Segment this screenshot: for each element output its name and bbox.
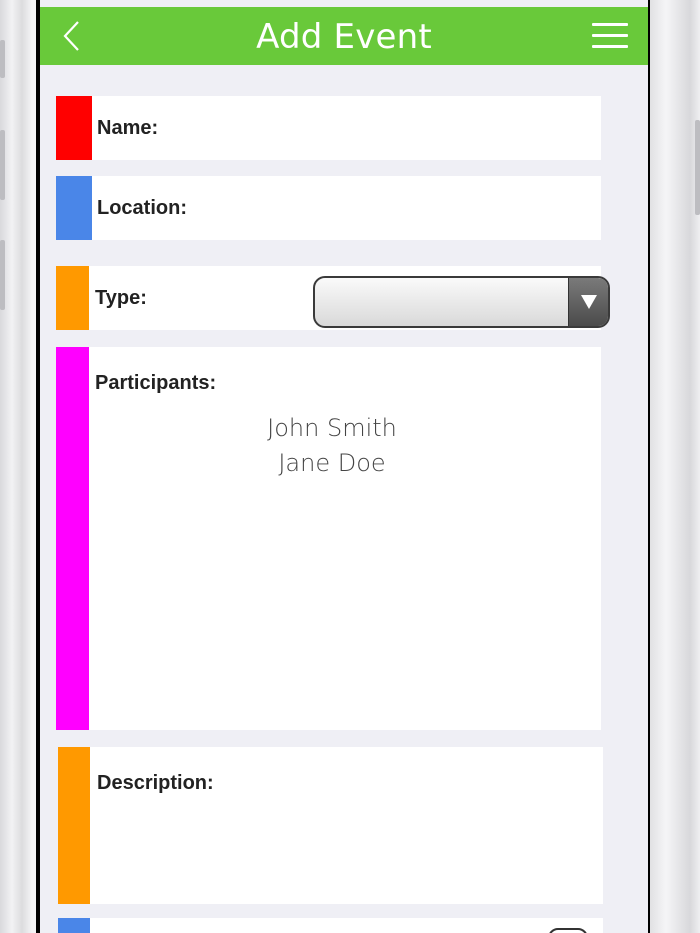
page-title: Add Event	[256, 17, 432, 57]
location-accent-bar	[56, 176, 92, 240]
description-accent-bar	[58, 747, 90, 904]
type-select[interactable]	[313, 276, 610, 328]
participants-accent-bar	[56, 347, 89, 730]
menu-button[interactable]	[592, 23, 628, 49]
type-label: Type:	[95, 287, 147, 309]
next-field[interactable]	[58, 918, 603, 933]
device-side-button	[0, 40, 5, 78]
description-field[interactable]: Description:	[58, 747, 603, 904]
participant-item[interactable]: John Smith	[52, 414, 612, 442]
description-label: Description:	[97, 772, 214, 794]
location-label: Location:	[97, 197, 187, 219]
name-accent-bar	[56, 96, 92, 160]
device-volume-up	[0, 130, 5, 200]
app-screen: Add Event Name: Location: Type: Particip…	[40, 0, 648, 933]
participants-label: Participants:	[95, 372, 217, 394]
app-header: Add Event	[40, 7, 648, 65]
next-accent-bar	[58, 918, 90, 933]
device-volume-down	[0, 240, 5, 310]
hamburger-line	[592, 34, 628, 37]
select-arrow-button[interactable]	[568, 278, 608, 326]
caret-down-icon	[581, 295, 597, 309]
hamburger-menu-icon	[592, 23, 628, 26]
name-field[interactable]: Name:	[56, 96, 601, 160]
hamburger-line	[592, 45, 628, 48]
name-label: Name:	[97, 117, 159, 139]
type-accent-bar	[56, 266, 89, 330]
toggle-switch[interactable]	[548, 928, 588, 933]
device-power-button	[695, 120, 700, 215]
location-field[interactable]: Location:	[56, 176, 601, 240]
participants-field: Participants:	[56, 347, 601, 730]
participant-item[interactable]: Jane Doe	[52, 449, 612, 477]
